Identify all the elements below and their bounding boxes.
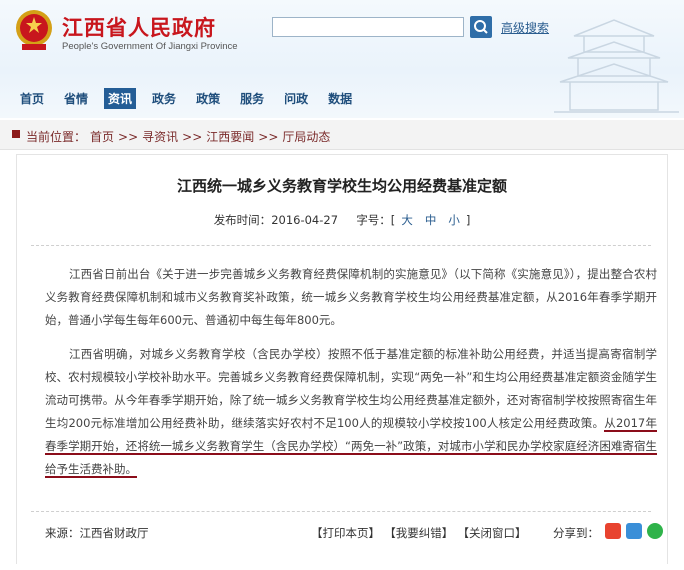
nav-inquiry[interactable]: 问政 <box>280 88 312 109</box>
share-icons <box>605 523 663 539</box>
breadcrumb-prefix: 当前位置： <box>26 130 87 144</box>
nav-province-info[interactable]: 省情 <box>60 88 92 109</box>
close-window-link[interactable]: 【关闭窗口】 <box>463 526 526 540</box>
nav-news[interactable]: 资讯 <box>104 88 137 109</box>
publish-label: 发布时间： <box>213 213 272 227</box>
search-button[interactable] <box>470 16 492 38</box>
divider <box>31 245 651 246</box>
article-title: 江西统一城乡义务教育学校生均公用经费基准定额 <box>176 177 507 195</box>
share-label: 分享到： <box>553 526 599 540</box>
qq-icon[interactable] <box>626 523 642 539</box>
breadcrumb-home[interactable]: 首页 <box>90 130 114 144</box>
breadcrumb-jiangxi-news[interactable]: 江西要闻 <box>206 130 254 144</box>
article-paragraph-1: 江西省日前出台《关于进一步完善城乡义务教育经费保障机制的实施意见》（以下简称《实… <box>45 267 657 327</box>
main-nav: 首页 省情 资讯 政务 政策 服务 问政 数据 <box>16 88 368 109</box>
divider <box>31 511 651 512</box>
publish-date: 2016-04-27 <box>271 213 339 227</box>
breadcrumb-sep: >> <box>118 130 139 144</box>
breadcrumb-sep: >> <box>182 130 203 144</box>
site-title[interactable]: 江西省人民政府 <box>62 12 216 42</box>
breadcrumb-dept-news[interactable]: 厅局动态 <box>282 130 330 144</box>
fontsize-label: 字号：[ <box>356 213 396 227</box>
site-header: 江西省人民政府 People's Government Of Jiangxi P… <box>0 0 684 118</box>
breadcrumb-sep: >> <box>258 130 279 144</box>
breadcrumb-news[interactable]: 寻资讯 <box>142 130 178 144</box>
advanced-search-link[interactable]: 高级搜索 <box>501 19 549 36</box>
breadcrumb: 当前位置： 首页 >> 寻资讯 >> 江西要闻 >> 厅局动态 <box>0 120 684 150</box>
emblem-icon <box>16 10 52 50</box>
breadcrumb-marker-icon <box>12 130 20 138</box>
nav-data[interactable]: 数据 <box>324 88 356 109</box>
weibo-icon[interactable] <box>605 523 621 539</box>
paragraph-2-text: 江西省明确，对城乡义务教育学校（含民办学校）按照不低于基准定额的标准补助公用经费… <box>45 347 657 430</box>
article-actions: 【打印本页】 【我要纠错】 【关闭窗口】 <box>311 525 537 541</box>
font-small-button[interactable]: 小 <box>448 213 460 227</box>
font-large-button[interactable]: 大 <box>401 213 413 227</box>
print-page-link[interactable]: 【打印本页】 <box>311 526 380 540</box>
article-paragraph-2: 江西省明确，对城乡义务教育学校（含民办学校）按照不低于基准定额的标准补助公用经费… <box>45 343 657 481</box>
breadcrumb-trail: 当前位置： 首页 >> 寻资讯 >> 江西要闻 >> 厅局动态 <box>26 128 334 145</box>
site-subtitle: People's Government Of Jiangxi Province <box>62 41 238 52</box>
nav-service[interactable]: 服务 <box>236 88 268 109</box>
report-error-link[interactable]: 【我要纠错】 <box>390 526 453 540</box>
fontsize-close: ] <box>465 213 471 227</box>
nav-policy[interactable]: 政策 <box>192 88 224 109</box>
nav-government-affairs[interactable]: 政务 <box>148 88 180 109</box>
article-meta: 发布时间：2016-04-27 字号：[ 大中小] <box>17 212 667 228</box>
wechat-icon[interactable] <box>647 523 663 539</box>
search-input[interactable] <box>272 17 464 37</box>
nav-home[interactable]: 首页 <box>16 88 48 109</box>
font-medium-button[interactable]: 中 <box>425 213 437 227</box>
article-container: 江西统一城乡义务教育学校生均公用经费基准定额 发布时间：2016-04-27 字… <box>16 154 668 564</box>
search-icon <box>474 20 488 34</box>
tengwang-pavilion-image <box>554 19 679 113</box>
article-source: 来源：江西省财政厅 <box>45 526 149 540</box>
